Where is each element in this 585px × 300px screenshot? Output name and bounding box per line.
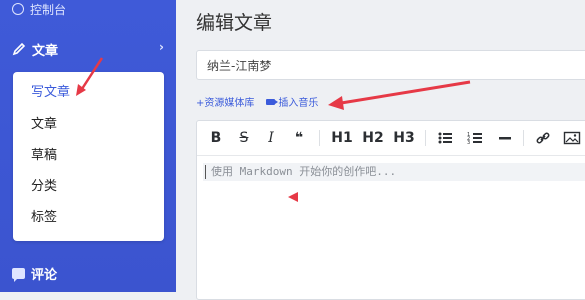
annotation-arrows xyxy=(76,57,471,202)
